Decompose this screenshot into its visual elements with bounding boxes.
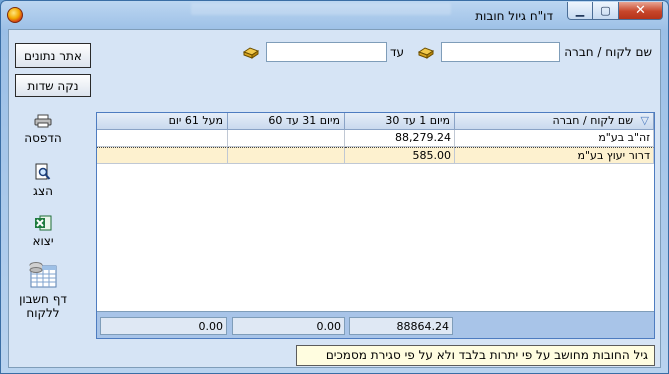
preview-label: הצג	[33, 184, 53, 198]
client-area: שם לקוח / חברה עד אתר נתונים נקה שדות הד…	[8, 29, 661, 368]
cell-customer: זה"ב בע"מ	[455, 130, 654, 147]
lookup-to-icon[interactable]	[242, 44, 260, 60]
info-note: גיל החובות מחושב על פי יתרות בלבד ולא על…	[296, 345, 655, 366]
column-header-customer-label: שם לקוח / חברה	[552, 114, 634, 127]
cell-over-61	[97, 147, 228, 164]
customer-from-input[interactable]	[441, 42, 560, 62]
column-header-customer[interactable]: ▽ שם לקוח / חברה	[455, 113, 654, 130]
account-statement-action[interactable]: דף חשבון ללקוח	[15, 261, 71, 320]
report-window: דו"ח גיול חובות ▁ ▢ ✕ שם לקוח / חברה עד …	[0, 0, 669, 374]
export-label: יצוא	[32, 234, 54, 248]
clear-fields-button[interactable]: נקה שדות	[15, 74, 91, 97]
retrieve-data-button[interactable]: אתר נתונים	[15, 43, 91, 68]
title-bar[interactable]: דו"ח גיול חובות ▁ ▢ ✕	[1, 1, 668, 29]
total-days-31-60: 0.00	[232, 317, 345, 335]
minimize-button[interactable]: ▁	[567, 2, 593, 20]
window-title: דו"ח גיול חובות	[475, 9, 553, 23]
print-action[interactable]: הדפסה	[15, 114, 71, 145]
column-header-days-1-30[interactable]: מיום 1 עד 30	[345, 113, 455, 130]
total-over-61: 0.00	[100, 317, 227, 335]
lookup-from-icon[interactable]	[417, 44, 435, 60]
cell-days-31-60	[228, 130, 345, 147]
excel-export-icon	[35, 215, 52, 231]
cell-customer: דרור יעוץ בע"מ	[455, 147, 654, 164]
cell-days-31-60	[228, 147, 345, 164]
account-statement-label: דף חשבון ללקוח	[19, 292, 67, 320]
column-header-days-31-60[interactable]: מיום 31 עד 60	[228, 113, 345, 130]
column-header-over-61[interactable]: מעל 61 יום	[97, 113, 228, 130]
printer-icon	[34, 114, 52, 128]
to-label: עד	[390, 45, 405, 59]
maximize-button[interactable]: ▢	[593, 2, 619, 20]
totals-bar: 88864.24 0.00 0.00	[97, 311, 654, 338]
total-days-1-30: 88864.24	[349, 317, 453, 335]
app-logo-icon	[7, 7, 23, 23]
cell-over-61	[97, 130, 228, 147]
background-window-title-ghost	[191, 3, 451, 15]
aging-grid: ▽ שם לקוח / חברה מיום 1 עד 30 מיום 31 עד…	[96, 112, 655, 339]
cell-days-1-30: 585.00	[345, 147, 455, 164]
customer-to-input[interactable]	[266, 42, 387, 62]
customer-label: שם לקוח / חברה	[564, 45, 652, 59]
export-action[interactable]: יצוא	[15, 215, 71, 248]
close-button[interactable]: ✕	[619, 2, 663, 20]
print-label: הדפסה	[24, 131, 62, 145]
cell-days-1-30: 88,279.24	[345, 130, 455, 147]
sort-indicator-icon: ▽	[640, 114, 649, 127]
preview-magnifier-icon	[35, 163, 51, 180]
preview-action[interactable]: הצג	[15, 163, 71, 198]
window-controls: ▁ ▢ ✕	[567, 2, 663, 20]
account-statement-icon	[29, 262, 57, 288]
